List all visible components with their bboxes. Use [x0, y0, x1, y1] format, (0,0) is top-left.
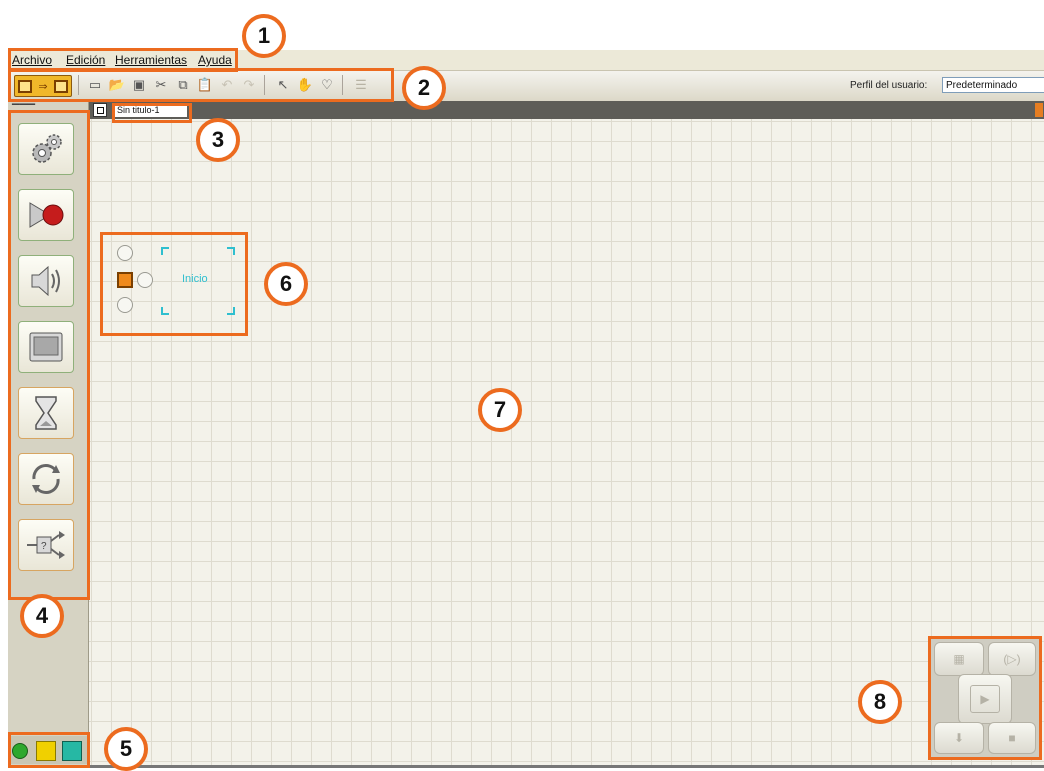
callout-6: 6 — [264, 262, 308, 306]
callout-7: 7 — [478, 388, 522, 432]
highlight-nxt-controller — [928, 636, 1042, 760]
document-tab-strip: Sin titulo-1 — [89, 101, 1044, 119]
highlight-palette — [8, 110, 90, 600]
canvas-bottom-border — [89, 765, 1044, 768]
profile-select[interactable]: Predeterminado — [942, 77, 1044, 93]
programming-canvas[interactable]: Inicio — [89, 119, 1044, 766]
profile-label: Perfil del usuario: — [850, 80, 928, 91]
callout-1: 1 — [242, 14, 286, 58]
document-icon — [93, 103, 107, 117]
callout-8: 8 — [858, 680, 902, 724]
highlight-palette-switch — [8, 732, 90, 768]
highlight-start-block — [100, 232, 248, 336]
highlight-document-tab — [112, 103, 192, 123]
highlight-toolbar — [8, 68, 394, 102]
callout-5: 5 — [104, 727, 148, 771]
callout-4: 4 — [20, 594, 64, 638]
close-icon[interactable] — [1035, 103, 1043, 117]
callout-2: 2 — [402, 66, 446, 110]
callout-3: 3 — [196, 118, 240, 162]
